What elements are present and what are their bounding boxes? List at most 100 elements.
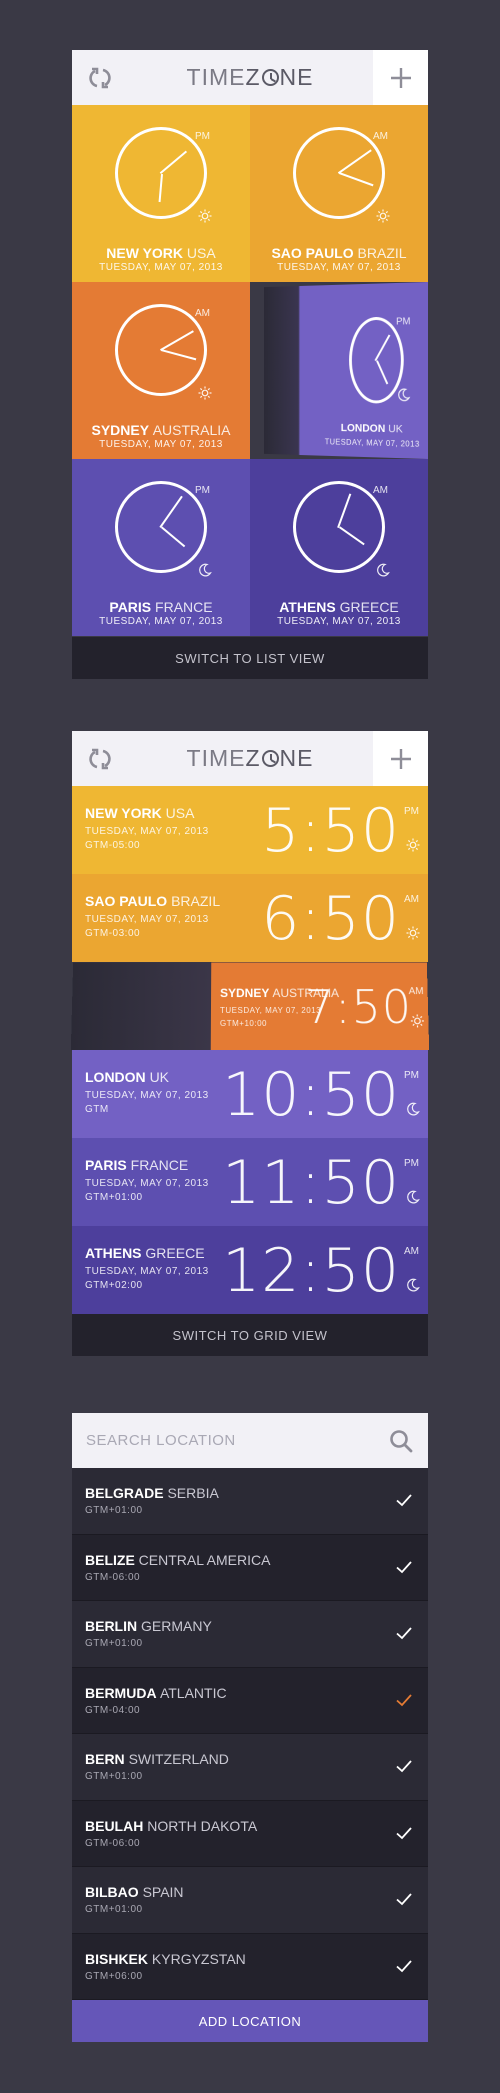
- row-gmt-offset: GTM-03:00: [85, 928, 141, 939]
- weather-indicator: [376, 563, 390, 580]
- row-date: TUESDAY, MAY 07, 2013: [85, 914, 209, 925]
- clock-row[interactable]: NEW YORK USA TUESDAY, MAY 07, 2013 GTM-0…: [72, 786, 428, 874]
- app-logo: TIME Z NE: [186, 745, 314, 771]
- search-location-panel: BELGRADE SERBIA GTM+01:00 BELIZE CENTRAL…: [72, 1413, 428, 2042]
- location-gmt-offset: GTM+01:00: [85, 1904, 143, 1915]
- search-icon[interactable]: [388, 1428, 414, 1454]
- clock-tile[interactable]: PM LONDON UK TUESDAY, MAY 07, 2013: [264, 282, 428, 459]
- weather-indicator: [406, 838, 420, 855]
- checkmark-icon[interactable]: [394, 1756, 414, 1776]
- clock-tile[interactable]: AM ATHENS GREECE TUESDAY, MAY 07, 2013: [250, 459, 428, 636]
- refresh-icon: [88, 748, 111, 769]
- checkmark-icon[interactable]: [394, 1889, 414, 1909]
- location-results: BELGRADE SERBIA GTM+01:00 BELIZE CENTRAL…: [72, 1468, 428, 2000]
- location-name: BERMUDA ATLANTIC: [85, 1684, 227, 1701]
- add-location-button[interactable]: ADD LOCATION: [72, 2000, 428, 2042]
- clock-hand: [161, 349, 197, 361]
- analog-clock: [293, 127, 385, 219]
- location-row[interactable]: BILBAO SPAIN GTM+01:00: [72, 1867, 428, 1934]
- checkmark-icon[interactable]: [394, 1823, 414, 1843]
- clock-hand: [161, 526, 186, 548]
- analog-clock: [349, 316, 404, 404]
- location-row[interactable]: BELIZE CENTRAL AMERICA GTM-06:00: [72, 1534, 428, 1601]
- clock-tile[interactable]: AM SYDNEY AUSTRALIA TUESDAY, MAY 07, 201…: [72, 282, 250, 459]
- location-name: BERN SWITZERLAND: [85, 1751, 229, 1767]
- refresh-button[interactable]: [72, 731, 127, 786]
- switch-to-grid-button[interactable]: SWITCH TO GRID VIEW: [72, 1314, 428, 1356]
- ampm-label: AM: [373, 131, 388, 142]
- location-gmt-offset: GTM+01:00: [85, 1771, 143, 1782]
- list-view-panel: TIME Z NE NEW YORK USA TUESDAY, MAY 07, 20…: [70, 731, 430, 1356]
- analog-clock: [293, 481, 385, 573]
- add-button[interactable]: [373, 50, 428, 105]
- clock-tile[interactable]: PM NEW YORK USA TUESDAY, MAY 07, 2013: [72, 105, 250, 282]
- row-gmt-offset: GTM+01:00: [85, 1192, 143, 1203]
- checkmark-icon[interactable]: [394, 1956, 414, 1976]
- ampm-label: PM: [404, 1070, 419, 1081]
- tile-date: TUESDAY, MAY 07, 2013: [277, 262, 401, 273]
- weather-indicator: [397, 388, 410, 405]
- clock-list: NEW YORK USA TUESDAY, MAY 07, 2013 GTM-0…: [70, 786, 430, 1314]
- row-gmt-offset: GTM+02:00: [85, 1280, 143, 1291]
- checkmark-icon[interactable]: [394, 1557, 414, 1577]
- row-gmt-offset: GTM: [85, 1104, 109, 1115]
- add-button[interactable]: [373, 731, 428, 786]
- analog-clock: [115, 481, 207, 573]
- location-row[interactable]: BERLIN GERMANY GTM+01:00: [72, 1601, 428, 1668]
- digital-time: 6:50: [261, 884, 400, 954]
- clock-hand: [158, 174, 163, 203]
- location-name: BILBAO SPAIN: [85, 1884, 184, 1900]
- clock-row[interactable]: LONDON UK TUESDAY, MAY 07, 2013 GTM 10:5…: [72, 1050, 428, 1138]
- row-date: TUESDAY, MAY 07, 2013: [85, 826, 209, 837]
- refresh-icon: [88, 67, 111, 88]
- clock-row[interactable]: SAO PAULO BRAZIL TUESDAY, MAY 07, 2013 G…: [72, 874, 428, 962]
- checkmark-icon[interactable]: [394, 1490, 414, 1510]
- row-gmt-offset: GTM+10:00: [219, 1018, 268, 1028]
- ampm-label: PM: [404, 1158, 419, 1169]
- tile-date: TUESDAY, MAY 07, 2013: [99, 262, 223, 273]
- digital-time: 12:50: [222, 1236, 400, 1306]
- weather-indicator: [376, 209, 390, 226]
- clock-hand: [159, 150, 188, 174]
- tile-location: PARIS FRANCE: [109, 599, 213, 615]
- ampm-label: PM: [404, 806, 419, 817]
- search-bar: [72, 1413, 428, 1468]
- tile-location: SYDNEY AUSTRALIA: [91, 422, 231, 438]
- checkmark-icon[interactable]: [394, 1623, 414, 1643]
- clock-tile[interactable]: PM PARIS FRANCE TUESDAY, MAY 07, 2013: [72, 459, 250, 636]
- weather-indicator: [406, 926, 420, 943]
- clock-tile[interactable]: AM SAO PAULO BRAZIL TUESDAY, MAY 07, 201…: [250, 105, 428, 282]
- grid-view-panel: TIME Z NE PM NEW YORK USA TUESDAY, MAY 07,…: [72, 50, 428, 679]
- location-name: BEULAH NORTH DAKOTA: [85, 1817, 258, 1834]
- location-row[interactable]: BEULAH NORTH DAKOTA GTM-06:00: [72, 1800, 428, 1867]
- search-input[interactable]: [72, 1413, 372, 1468]
- location-row[interactable]: BERN SWITZERLAND GTM+01:00: [72, 1734, 428, 1801]
- clock-row[interactable]: PARIS FRANCE TUESDAY, MAY 07, 2013 GTM+0…: [72, 1138, 428, 1226]
- location-row[interactable]: BISHKEK KYRGYZSTAN GTM+06:00: [72, 1933, 428, 2000]
- digital-time: 5:50: [261, 796, 400, 866]
- switch-to-list-button[interactable]: SWITCH TO LIST VIEW: [72, 637, 428, 679]
- clock-hand: [339, 526, 365, 546]
- row-location: NEW YORK USA: [85, 805, 195, 821]
- clock-row[interactable]: SYDNEY AUSTRALIA TUESDAY, MAY 07, 2013 G…: [70, 962, 430, 1051]
- checkmark-icon[interactable]: [394, 1690, 414, 1710]
- tile-location: ATHENS GREECE: [279, 599, 399, 615]
- location-row[interactable]: BERMUDA ATLANTIC GTM-04:00: [72, 1667, 428, 1734]
- location-row[interactable]: BELGRADE SERBIA GTM+01:00: [72, 1468, 428, 1535]
- clock-hand: [160, 330, 194, 351]
- clock-row[interactable]: ATHENS GREECE TUESDAY, MAY 07, 2013 GTM+…: [72, 1226, 428, 1314]
- tile-location: SAO PAULO BRAZIL: [271, 245, 407, 261]
- weather-indicator: [406, 1278, 420, 1295]
- clock-hand: [339, 172, 374, 187]
- weather-indicator: [406, 1102, 420, 1119]
- moon-icon: [407, 1190, 420, 1204]
- row-location: LONDON UK: [85, 1069, 170, 1085]
- moon-icon: [407, 1102, 420, 1116]
- moon-icon: [377, 563, 390, 577]
- ampm-label: AM: [404, 894, 419, 905]
- location-gmt-offset: GTM+06:00: [85, 1970, 143, 1982]
- clock-logo-icon: [261, 69, 279, 86]
- analog-clock: [115, 304, 207, 396]
- refresh-button[interactable]: [72, 50, 127, 105]
- sun-icon: [376, 209, 390, 223]
